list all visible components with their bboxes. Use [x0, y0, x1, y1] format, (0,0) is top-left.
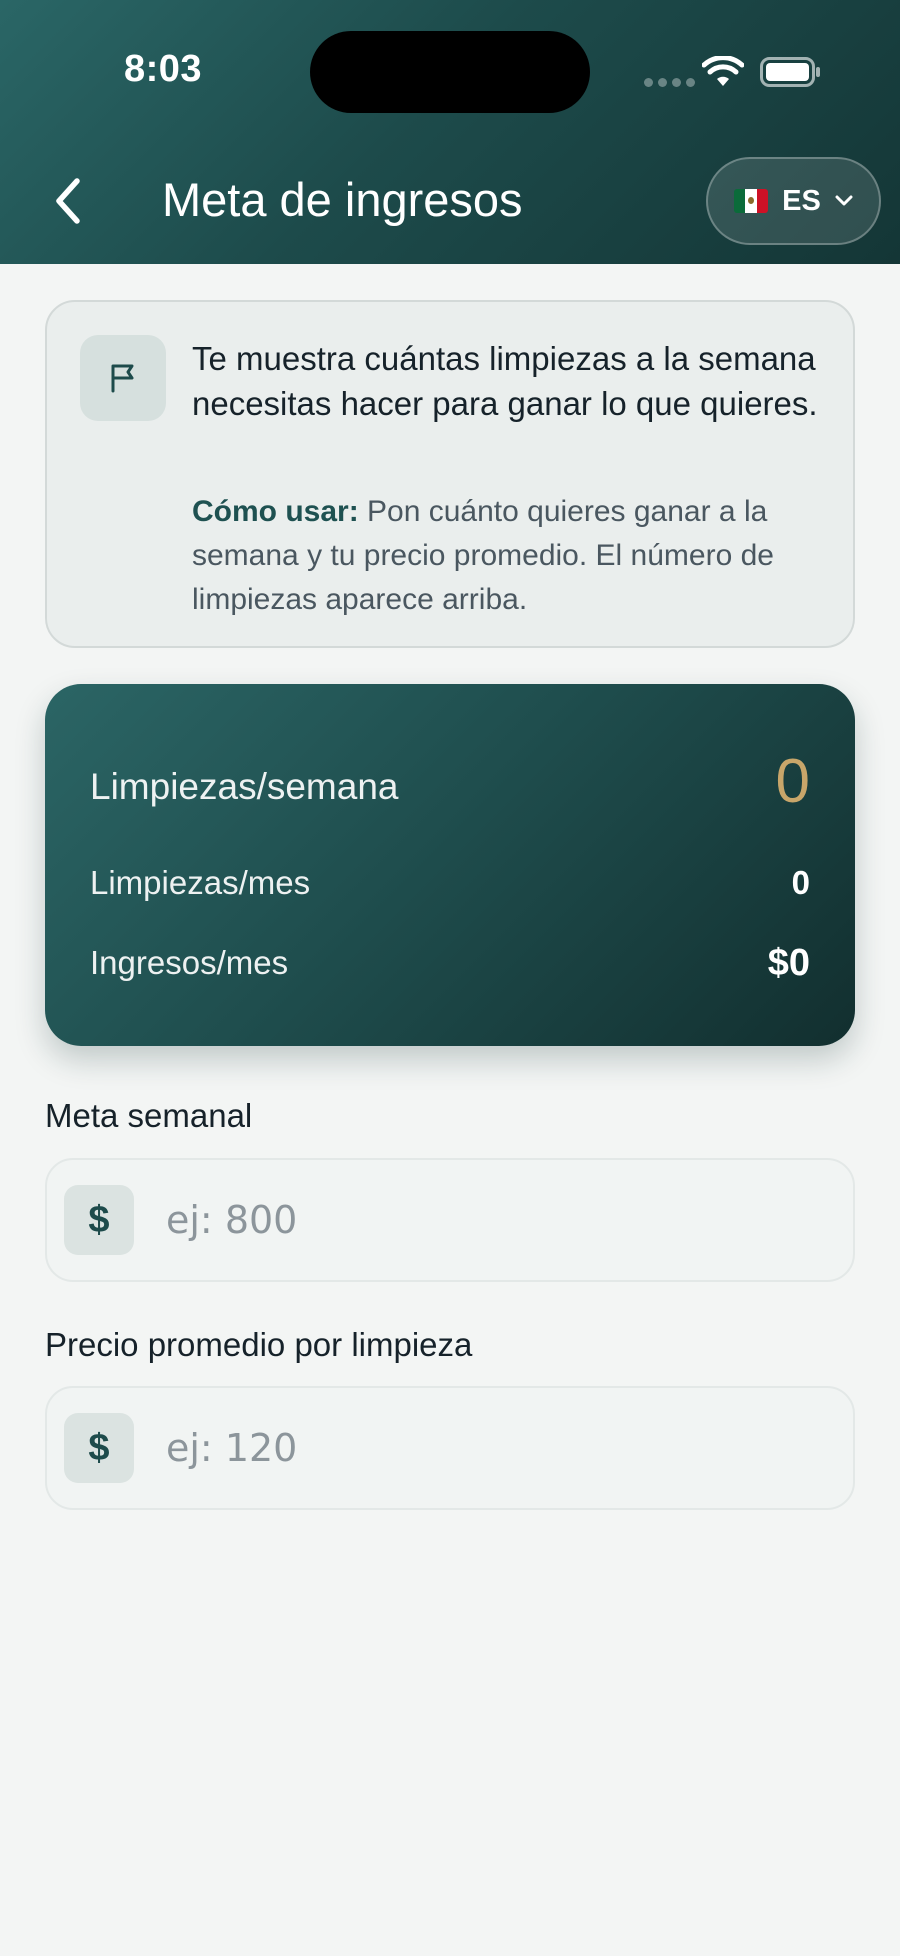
dynamic-island	[310, 31, 590, 113]
cellular-signal-icon	[644, 78, 695, 87]
avg-price-input[interactable]	[166, 1408, 853, 1488]
weekly-cleanings-value: 0	[775, 747, 810, 816]
dollar-icon: $	[64, 1413, 134, 1483]
weekly-goal-input[interactable]	[166, 1180, 853, 1260]
language-label: ES	[782, 184, 821, 217]
weekly-goal-label: Meta semanal	[45, 1097, 253, 1134]
weekly-goal-field[interactable]: $	[45, 1158, 855, 1282]
dollar-icon: $	[64, 1185, 134, 1255]
wifi-icon	[702, 56, 744, 86]
how-to-use-label: Cómo usar:	[192, 495, 359, 528]
monthly-income-value: $0	[767, 942, 810, 984]
back-button[interactable]	[40, 170, 96, 232]
info-icon-box	[80, 335, 166, 421]
flag-icon	[111, 364, 134, 393]
mexico-flag-icon	[734, 189, 769, 213]
monthly-cleanings-value: 0	[791, 864, 810, 901]
avg-price-label: Precio promedio por limpieza	[45, 1326, 473, 1363]
language-selector[interactable]: ES	[706, 157, 881, 245]
page-title: Meta de ingresos	[162, 173, 523, 226]
info-card: Te muestra cuántas limpiezas a la semana…	[45, 300, 855, 648]
chevron-left-icon	[56, 178, 80, 224]
weekly-cleanings-label: Limpiezas/semana	[90, 766, 399, 807]
monthly-income-label: Ingresos/mes	[90, 944, 289, 981]
avg-price-field[interactable]: $	[45, 1386, 855, 1510]
info-description: Cómo usar: Pon cuánto quieres ganar a la…	[192, 490, 822, 622]
header: 8:03 Meta de ingresos ES	[0, 0, 900, 264]
status-time: 8:03	[124, 48, 203, 90]
monthly-cleanings-label: Limpiezas/mes	[90, 864, 311, 901]
battery-icon	[760, 57, 820, 87]
summary-card: Limpiezas/semana 0 Limpiezas/mes 0 Ingre…	[45, 684, 855, 1046]
chevron-down-icon	[835, 195, 853, 206]
info-title: Te muestra cuántas limpiezas a la semana…	[192, 340, 818, 422]
